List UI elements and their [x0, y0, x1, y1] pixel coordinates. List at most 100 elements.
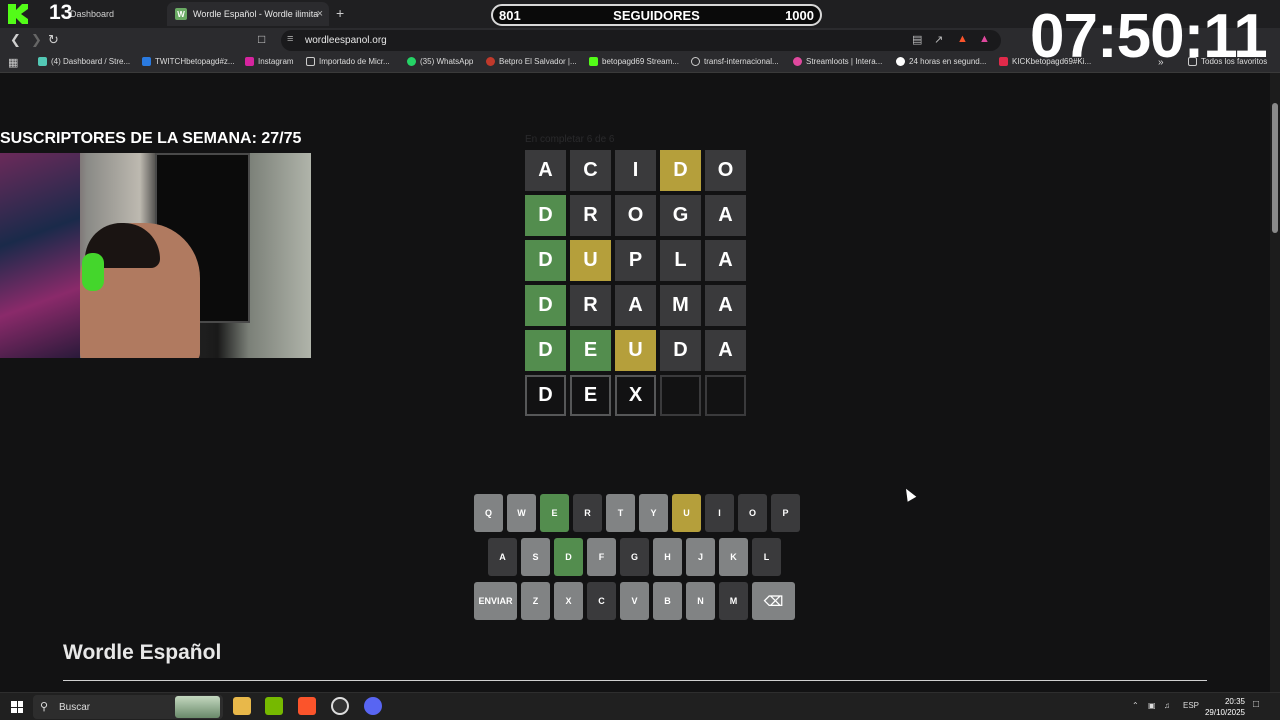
bookmark-item[interactable]: TWITCHbetopagd#z... [142, 57, 235, 66]
bookmark-item[interactable]: transf-internacional... [691, 57, 779, 66]
page-scrollbar[interactable] [1270, 73, 1280, 692]
letter-tile: D [525, 195, 566, 236]
taskbar-clock[interactable]: 20:35 29/10/2025 [1203, 696, 1245, 718]
letter-tile: E [570, 330, 611, 371]
bookmark-label: (4) Dashboard / Stre... [51, 57, 131, 66]
key-u[interactable]: U [672, 494, 701, 532]
brave-browser-icon[interactable] [298, 697, 316, 715]
key-g[interactable]: G [620, 538, 649, 576]
key-j[interactable]: J [686, 538, 715, 576]
letter-tile: D [525, 240, 566, 281]
key-d[interactable]: D [554, 538, 583, 576]
tab-wordle[interactable]: W Wordle Español - Wordle ilimita × [167, 2, 329, 26]
scrollbar-thumb[interactable] [1272, 103, 1278, 233]
letter-tile: A [705, 195, 746, 236]
key-k[interactable]: K [719, 538, 748, 576]
key-q[interactable]: Q [474, 494, 503, 532]
key-c[interactable]: C [587, 582, 616, 620]
brave-shields-icon[interactable]: ▲ [957, 33, 968, 45]
keyboard-row: ENVIAR Z X C V B N M ⌫ [474, 582, 796, 620]
key-l[interactable]: L [752, 538, 781, 576]
letter-tile: A [615, 285, 656, 326]
tray-overflow-icon[interactable]: ⌃ [1132, 701, 1139, 710]
reader-mode-icon[interactable]: ▤ [912, 33, 922, 46]
letter-tile: U [570, 240, 611, 281]
folder-icon [306, 57, 315, 66]
taskbar-time: 20:35 [1224, 697, 1245, 706]
bookmark-item[interactable]: Instagram [245, 57, 294, 66]
key-s[interactable]: S [521, 538, 550, 576]
tab-title: Wordle Español - Wordle ilimita [193, 9, 319, 19]
key-f[interactable]: F [587, 538, 616, 576]
board-row: DEX [525, 375, 746, 416]
apps-grid-icon[interactable]: ▦ [8, 56, 18, 69]
whatsapp-icon [407, 57, 416, 66]
key-a[interactable]: A [488, 538, 517, 576]
bookmark-item[interactable]: 24 horas en segund... [896, 57, 986, 66]
bookmark-item[interactable]: Betpro El Salvador |... [486, 57, 577, 66]
key-n[interactable]: N [686, 582, 715, 620]
key-i[interactable]: I [705, 494, 734, 532]
letter-tile: U [615, 330, 656, 371]
language-indicator[interactable]: ESP [1183, 701, 1199, 710]
bookmark-favicon-icon [999, 57, 1008, 66]
close-tab-icon[interactable]: × [317, 8, 323, 20]
site-settings-icon[interactable]: ≡ [287, 33, 293, 45]
reload-button[interactable]: ↻ [48, 32, 59, 48]
followers-current: 801 [499, 8, 521, 23]
bookmark-item[interactable]: (35) WhatsApp [407, 57, 473, 66]
key-y[interactable]: Y [639, 494, 668, 532]
key-p[interactable]: P [771, 494, 800, 532]
network-icon[interactable]: ▣ [1148, 701, 1156, 710]
bookmark-item[interactable]: (4) Dashboard / Stre... [38, 57, 130, 66]
letter-tile: A [705, 330, 746, 371]
on-screen-keyboard: Q W E R T Y U I O P A S D F G H J K L ENVIAR Z X C V B N M ⌫ [474, 494, 800, 626]
bookmark-item[interactable]: Streamloots | Intera... [793, 57, 882, 66]
bookmark-item[interactable]: Importado de Micr... [306, 57, 390, 66]
obs-icon[interactable] [331, 697, 349, 715]
letter-tile: D [660, 150, 701, 191]
file-explorer-icon[interactable] [233, 697, 251, 715]
address-bar[interactable]: ≡ wordleespanol.org ▤ ↗ ▲ ▲ [281, 30, 1001, 51]
letter-tile: A [705, 240, 746, 281]
key-x[interactable]: X [554, 582, 583, 620]
nvidia-icon[interactable] [265, 697, 283, 715]
key-e[interactable]: E [540, 494, 569, 532]
bookmark-page-icon[interactable]: □ [258, 32, 265, 46]
webcam-feed [0, 153, 311, 358]
board-row: DUPLA [525, 240, 746, 281]
letter-tile: D [660, 330, 701, 371]
board-row: ACIDO [525, 150, 746, 191]
key-v[interactable]: V [620, 582, 649, 620]
key-o[interactable]: O [738, 494, 767, 532]
discord-icon[interactable] [364, 697, 382, 715]
new-tab-button[interactable]: + [336, 5, 344, 21]
key-b[interactable]: B [653, 582, 682, 620]
volume-icon[interactable]: ♫ [1164, 701, 1170, 710]
followers-label: SEGUIDORES [613, 8, 700, 23]
forward-button[interactable]: ❯ [31, 32, 42, 48]
subscribers-of-week: SUSCRIPTORES DE LA SEMANA: 27/75 [0, 130, 302, 147]
search-icon: ⚲ [40, 701, 49, 713]
enter-key[interactable]: ENVIAR [474, 582, 517, 620]
letter-tile: D [525, 285, 566, 326]
key-h[interactable]: H [653, 538, 682, 576]
key-r[interactable]: R [573, 494, 602, 532]
bookmark-favicon-icon [38, 57, 47, 66]
notifications-icon[interactable]: □ [1253, 699, 1259, 710]
page-title: Wordle Español [63, 641, 222, 664]
key-t[interactable]: T [606, 494, 635, 532]
bookmark-item[interactable]: betopagd69 Stream... [589, 57, 679, 66]
brave-rewards-icon[interactable]: ▲ [979, 33, 990, 45]
share-icon[interactable]: ↗ [934, 33, 943, 46]
key-z[interactable]: Z [521, 582, 550, 620]
back-button[interactable]: ❮ [10, 32, 21, 48]
globe-icon [691, 57, 700, 66]
stream-clock: 07:50:11 [1030, 2, 1268, 71]
instagram-icon [245, 57, 254, 66]
key-w[interactable]: W [507, 494, 536, 532]
windows-start-icon[interactable] [11, 701, 23, 713]
key-m[interactable]: M [719, 582, 748, 620]
kick-count: 13 [49, 1, 73, 24]
backspace-key-icon[interactable]: ⌫ [752, 582, 795, 620]
